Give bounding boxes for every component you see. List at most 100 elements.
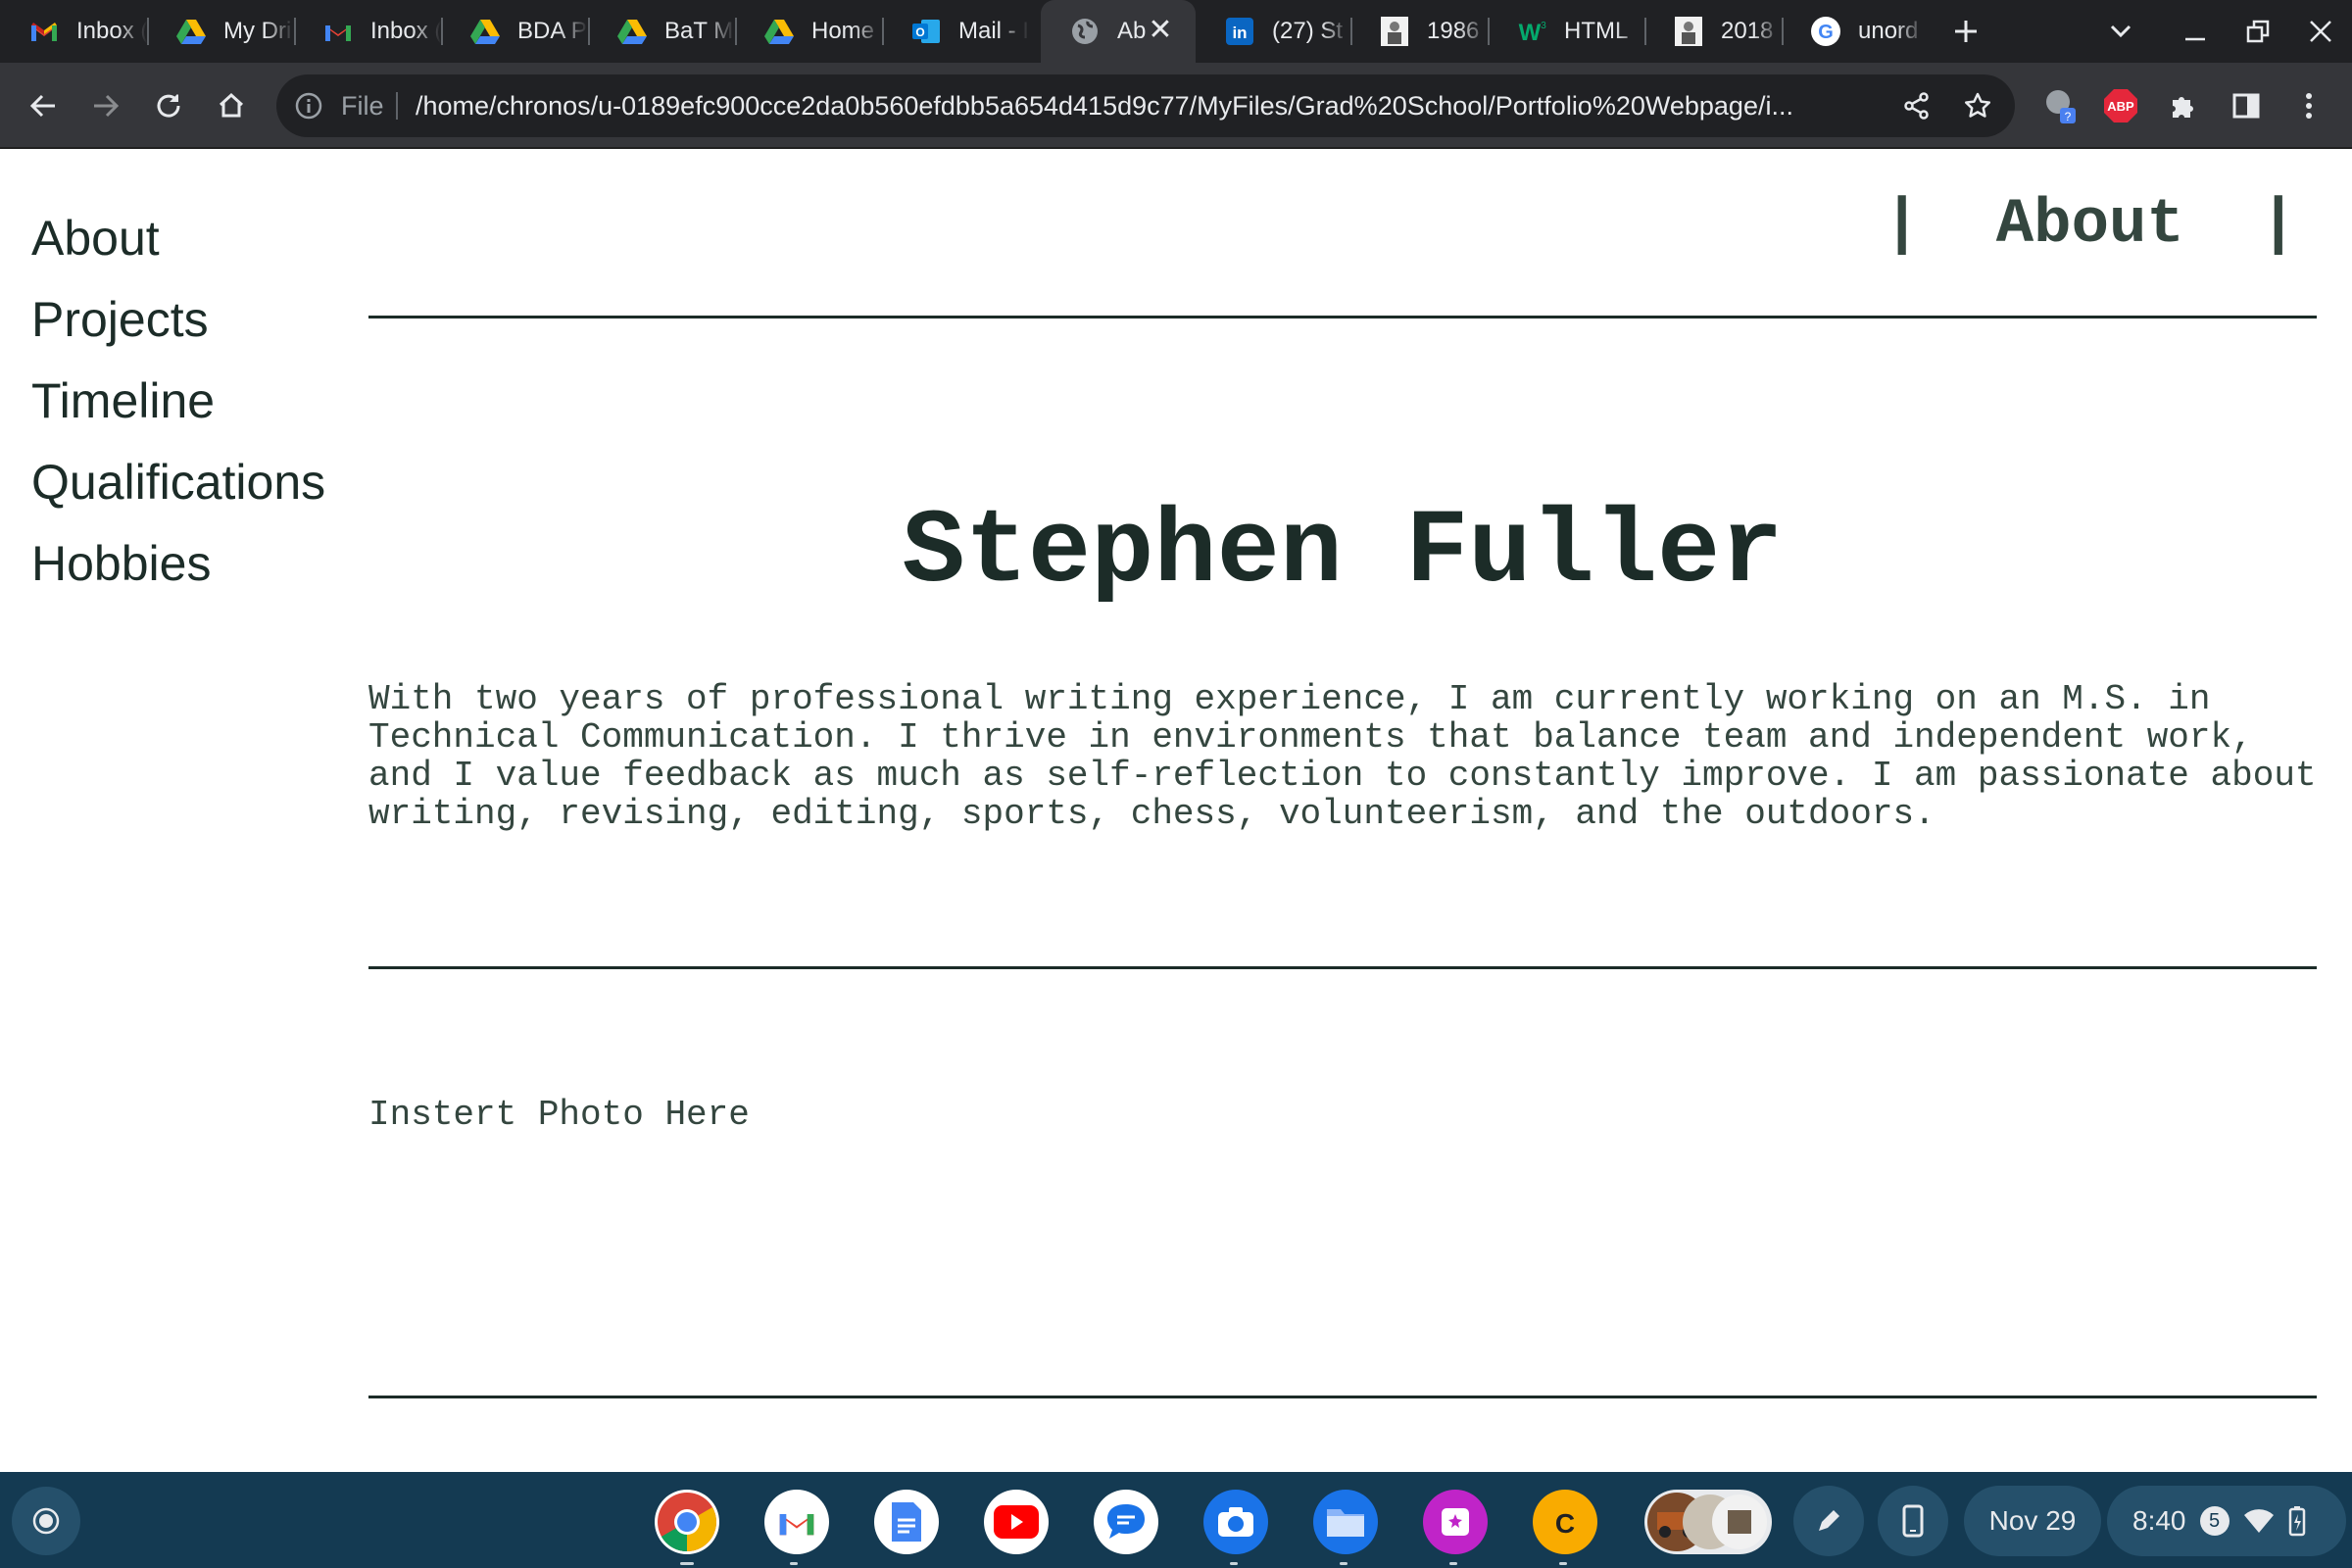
linkedin-icon: in <box>1225 17 1254 46</box>
adblock-plus-icon[interactable]: ABP <box>2099 84 2142 127</box>
drive-icon <box>764 17 794 46</box>
nav-link-timeline[interactable]: Timeline <box>31 361 325 442</box>
new-tab-button[interactable] <box>1946 12 1985 51</box>
gmail-icon <box>29 17 59 46</box>
status-tray[interactable]: 8:40 5 <box>2107 1486 2346 1556</box>
c-app-icon[interactable]: C <box>1533 1490 1597 1554</box>
nav-link-qualifications[interactable]: Qualifications <box>31 442 325 523</box>
date-tray[interactable]: Nov 29 <box>1964 1486 2101 1556</box>
reload-icon <box>157 94 180 118</box>
gmail-icon[interactable] <box>764 1490 829 1554</box>
divider <box>368 1396 2317 1398</box>
share-icon[interactable] <box>1895 84 1938 127</box>
nav-link-hobbies[interactable]: Hobbies <box>31 523 325 605</box>
tab-bda[interactable]: BDA P <box>441 0 588 63</box>
svg-text:C: C <box>1555 1508 1575 1539</box>
tab-close-icon[interactable]: ✕ <box>1145 16 1176 47</box>
svg-text:ABP: ABP <box>2107 99 2134 114</box>
camera-icon[interactable] <box>1203 1490 1268 1554</box>
tab-bat[interactable]: BaT M <box>588 0 735 63</box>
tab-1986[interactable]: 1986 F <box>1350 0 1488 63</box>
os-shelf: C Nov 29 8:40 5 <box>0 1472 2352 1568</box>
chrome-icon[interactable] <box>655 1490 719 1554</box>
google-icon: G <box>1811 17 1840 46</box>
browser-toolbar: File /home/chronos/u-0189efc900cce2da0b5… <box>0 63 2352 149</box>
puzzle-icon[interactable] <box>2162 84 2205 127</box>
svg-text:G: G <box>1818 22 1834 43</box>
back-button[interactable] <box>22 84 65 127</box>
tab-about-active[interactable]: Ab ✕ <box>1041 0 1196 63</box>
photo-placeholder: Instert Photo Here <box>368 1095 750 1135</box>
side-navigation: About Projects Timeline Qualifications H… <box>31 198 325 605</box>
profile-badge-icon[interactable]: ? <box>2038 84 2082 127</box>
minimize-button[interactable] <box>2176 12 2215 51</box>
restore-button[interactable] <box>2238 12 2278 51</box>
tab-html[interactable]: W3 HTML <box>1488 0 1644 63</box>
close-icon <box>2310 21 2331 42</box>
photo-icon <box>1674 17 1703 46</box>
plus-icon <box>1955 21 1977 42</box>
svg-text:3: 3 <box>1541 21 1546 31</box>
gallery-icon[interactable] <box>1423 1490 1488 1554</box>
file-scheme-label: File <box>341 91 384 121</box>
photos-stack-icon[interactable] <box>1644 1490 1772 1554</box>
nav-link-about[interactable]: About <box>31 198 325 279</box>
launcher-button[interactable] <box>12 1487 80 1555</box>
sidepanel-icon[interactable] <box>2225 84 2268 127</box>
restore-icon <box>2246 20 2270 43</box>
home-icon <box>219 92 244 118</box>
svg-text:O: O <box>915 25 924 39</box>
forward-button[interactable] <box>84 84 127 127</box>
kebab-menu-icon[interactable] <box>2287 84 2330 127</box>
chevron-down-icon <box>2110 24 2132 38</box>
minimize-icon <box>2185 37 2205 41</box>
home-button[interactable] <box>210 84 253 127</box>
photo-icon <box>1380 17 1409 46</box>
youtube-icon[interactable] <box>984 1490 1049 1554</box>
tab-linkedin[interactable]: in (27) St <box>1196 0 1350 63</box>
date-label: Nov 29 <box>1988 1505 2077 1536</box>
gmail-icon <box>323 17 353 46</box>
battery-icon <box>2288 1506 2305 1537</box>
svg-text:?: ? <box>2065 110 2072 123</box>
messages-icon[interactable] <box>1094 1490 1158 1554</box>
launcher-icon <box>32 1507 60 1535</box>
address-bar[interactable]: File /home/chronos/u-0189efc900cce2da0b5… <box>276 74 2015 137</box>
svg-text:W: W <box>1519 20 1542 44</box>
divider <box>368 316 2317 318</box>
page-title: Stephen Fuller <box>902 494 1784 612</box>
tab-inbox-2[interactable]: Inbox ( <box>294 0 441 63</box>
globe-icon <box>1070 17 1100 46</box>
phone-icon <box>1902 1504 1924 1538</box>
arrow-right-icon <box>94 94 120 118</box>
section-header: | About | <box>1883 190 2297 261</box>
tab-inbox-1[interactable]: Inbox ( <box>0 0 147 63</box>
files-icon[interactable] <box>1313 1490 1378 1554</box>
tab-search-button[interactable] <box>2101 12 2140 51</box>
url-text[interactable]: /home/chronos/u-0189efc900cce2da0b560efd… <box>416 89 1886 122</box>
reload-button[interactable] <box>147 84 190 127</box>
notification-count-badge: 5 <box>2199 1506 2230 1536</box>
tab-my-drive[interactable]: My Dri <box>147 0 294 63</box>
drive-icon <box>470 17 500 46</box>
tab-strip: Inbox ( My Dri Inbox ( BDA P BaT M Home … <box>0 0 2352 63</box>
tab-mail[interactable]: O Mail - I <box>882 0 1029 63</box>
stylus-tools-button[interactable] <box>1793 1486 1864 1556</box>
arrow-left-icon <box>29 94 55 118</box>
nav-link-projects[interactable]: Projects <box>31 279 325 361</box>
tab-home[interactable]: Home <box>735 0 882 63</box>
clock-label: 8:40 <box>2132 1505 2186 1536</box>
close-window-button[interactable] <box>2301 12 2340 51</box>
bookmark-star-icon[interactable] <box>1956 84 1999 127</box>
w3schools-icon: W3 <box>1517 17 1546 46</box>
wifi-icon <box>2243 1509 2274 1533</box>
docs-icon[interactable] <box>874 1490 939 1554</box>
drive-icon <box>617 17 647 46</box>
web-page: About Projects Timeline Qualifications H… <box>0 149 2352 1472</box>
info-icon[interactable] <box>294 91 323 121</box>
drive-icon <box>176 17 206 46</box>
phone-hub-button[interactable] <box>1878 1486 1948 1556</box>
tab-google-unord[interactable]: G unord <box>1782 0 1925 63</box>
tab-2018[interactable]: 2018 I <box>1644 0 1782 63</box>
outlook-icon: O <box>911 17 941 46</box>
